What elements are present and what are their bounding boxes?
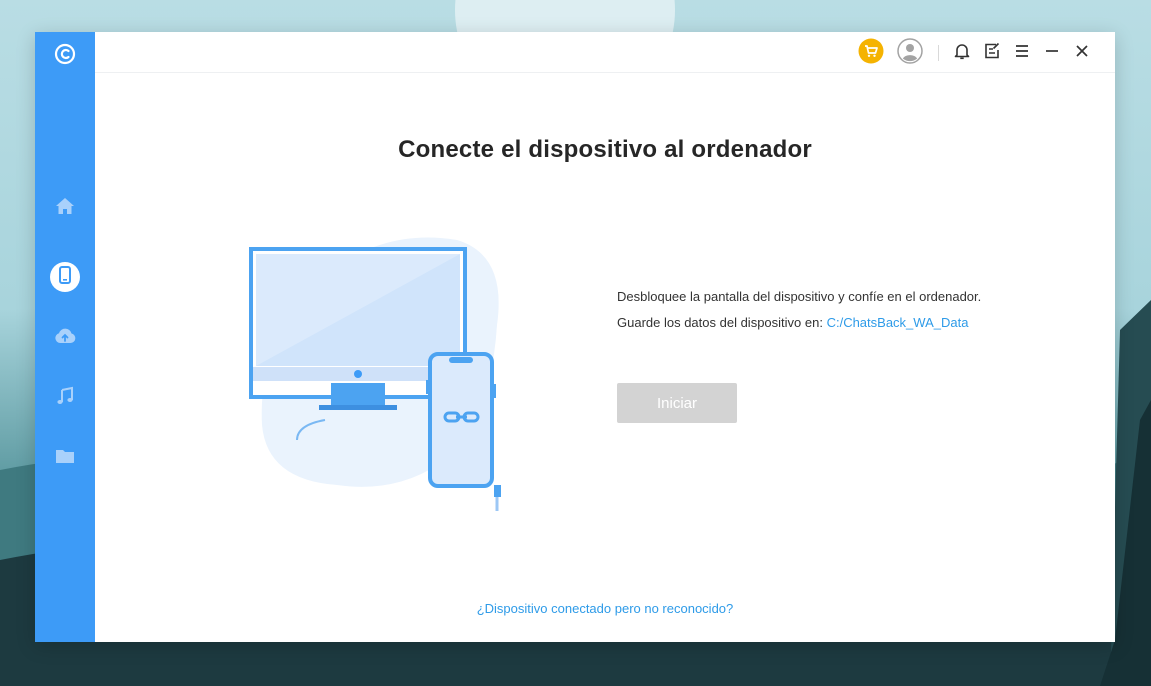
- menu-button[interactable]: [1009, 40, 1035, 66]
- sidebar-item-cloud[interactable]: [35, 318, 95, 358]
- save-location: Guarde los datos del dispositivo en: C:/…: [617, 315, 968, 330]
- app-window: Conecte el dispositivo al ordenador Desb…: [35, 32, 1115, 642]
- connect-device-illustration: [247, 215, 547, 520]
- cloud-icon: [54, 326, 76, 351]
- minimize-button[interactable]: [1039, 40, 1065, 66]
- feedback-button[interactable]: [979, 40, 1005, 66]
- save-path-link[interactable]: C:/ChatsBack_WA_Data: [827, 315, 969, 330]
- close-button[interactable]: [1069, 40, 1095, 66]
- bell-icon: [953, 42, 971, 65]
- device-not-recognized-link[interactable]: ¿Dispositivo conectado pero no reconocid…: [95, 601, 1115, 616]
- account-icon: [897, 37, 923, 69]
- sidebar-item-music[interactable]: [35, 378, 95, 418]
- notifications-button[interactable]: [949, 40, 975, 66]
- phone-icon: [57, 265, 73, 289]
- start-button[interactable]: Iniciar: [617, 383, 737, 423]
- home-icon: [55, 196, 75, 221]
- minimize-icon: [1044, 44, 1060, 63]
- menu-icon: [1014, 44, 1030, 63]
- sidebar-item-home[interactable]: [35, 188, 95, 228]
- page-title: Conecte el dispositivo al ordenador: [398, 136, 812, 163]
- account-button[interactable]: [897, 37, 923, 69]
- unlock-instruction: Desbloquee la pantalla del dispositivo y…: [617, 289, 982, 304]
- feedback-icon: [983, 42, 1001, 65]
- sidebar: [35, 32, 95, 642]
- sidebar-item-device[interactable]: [35, 257, 95, 297]
- music-icon: [55, 386, 75, 411]
- cart-button[interactable]: [858, 38, 884, 69]
- save-location-label: Guarde los datos del dispositivo en:: [617, 315, 827, 330]
- titlebar-divider: [938, 45, 939, 61]
- cart-icon: [858, 38, 884, 69]
- sidebar-item-files[interactable]: [35, 438, 95, 478]
- chatsback-logo-icon: [51, 40, 79, 68]
- close-icon: [1074, 43, 1090, 64]
- title-bar: [95, 32, 1115, 73]
- folder-icon: [55, 447, 75, 470]
